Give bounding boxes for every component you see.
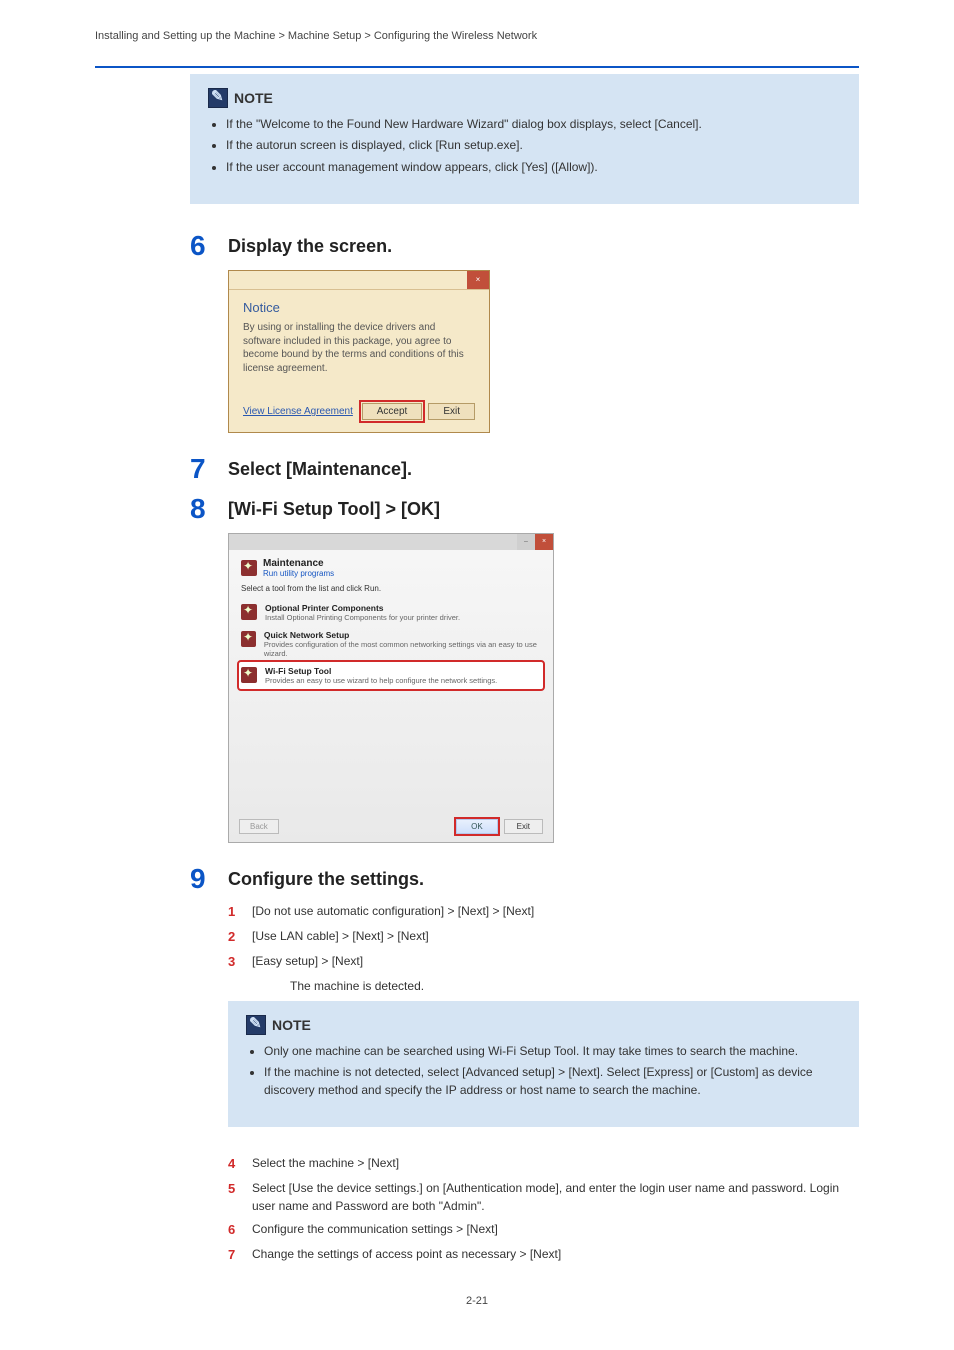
ok-button[interactable]: OK [456,819,498,834]
substep-text: [Do not use automatic configuration] > [… [252,903,534,920]
item-desc: Provides an easy to use wizard to help c… [265,676,497,685]
note-line: If the user account management window ap… [226,159,841,176]
step-title-6: Display the screen. [228,236,392,257]
step-number-9: 9 [190,865,214,893]
note-box: NOTE Only one machine can be searched us… [228,1001,859,1127]
item-desc: Provides configuration of the most commo… [264,640,537,658]
tool-icon [241,667,257,683]
substep-number: 1 [228,903,242,922]
exit-button[interactable]: Exit [504,819,543,834]
notice-text: By using or installing the device driver… [243,321,475,375]
substep-number: 4 [228,1155,242,1174]
tool-icon [241,631,256,647]
step-number-7: 7 [190,455,214,483]
exit-button[interactable]: Exit [428,403,475,420]
note-label: NOTE [272,1017,311,1033]
note-label: NOTE [234,90,273,106]
maintenance-dialog-screenshot: – × Maintenance Run utility programs Sel… [228,533,554,843]
note-box: NOTE If the "Welcome to the Found New Ha… [190,74,859,204]
substep-text: [Easy setup] > [Next] [252,953,363,970]
substep-number: 2 [228,928,242,947]
maint-item-quick-network[interactable]: Quick Network Setup Provides configurati… [239,626,543,662]
note-line: If the autorun screen is displayed, clic… [226,137,841,154]
step-title-9: Configure the settings. [228,869,424,890]
substep-number: 7 [228,1246,242,1265]
close-icon[interactable]: × [467,271,489,289]
item-desc: Install Optional Printing Components for… [265,613,460,622]
substep-number: 6 [228,1221,242,1240]
back-button[interactable]: Back [239,819,279,834]
maint-item-wifi-setup[interactable]: Wi-Fi Setup Tool Provides an easy to use… [239,662,543,689]
substep-number: 5 [228,1180,242,1199]
note-icon [246,1015,266,1035]
view-license-link[interactable]: View License Agreement [243,406,353,417]
maintenance-icon [241,560,257,576]
maintenance-heading: Maintenance [263,558,334,569]
step-number-6: 6 [190,232,214,260]
item-title: Wi-Fi Setup Tool [265,666,497,676]
note-line: If the "Welcome to the Found New Hardwar… [226,116,841,133]
substep-number: 3 [228,953,242,972]
substep-text: Select the machine > [Next] [252,1155,399,1172]
maint-item-optional-components[interactable]: Optional Printer Components Install Opti… [239,599,543,626]
notice-heading: Notice [243,300,475,315]
item-title: Quick Network Setup [264,630,541,640]
header-breadcrumb: Installing and Setting up the Machine > … [95,30,537,42]
maintenance-subheading: Run utility programs [263,569,334,578]
accept-button[interactable]: Accept [362,403,423,420]
substep-after-text: The machine is detected. [290,978,859,995]
note-line: Only one machine can be searched using W… [264,1043,841,1060]
substep-text: Configure the communication settings > [… [252,1221,498,1238]
step-title-7: Select [Maintenance]. [228,459,412,480]
close-icon[interactable]: × [535,534,553,550]
note-line: If the machine is not detected, select [… [264,1064,841,1099]
item-title: Optional Printer Components [265,603,460,613]
header-divider [95,66,859,68]
substep-text: Change the settings of access point as n… [252,1246,561,1263]
step-title-8: [Wi-Fi Setup Tool] > [OK] [228,499,440,520]
substep-text: [Use LAN cable] > [Next] > [Next] [252,928,429,945]
note-icon [208,88,228,108]
page-number: 2-21 [95,1295,859,1307]
maintenance-instruction: Select a tool from the list and click Ru… [229,580,553,597]
tool-icon [241,604,257,620]
step-number-8: 8 [190,495,214,523]
substep-text: Select [Use the device settings.] on [Au… [252,1180,859,1215]
minimize-icon[interactable]: – [517,534,535,550]
notice-dialog-screenshot: × Notice By using or installing the devi… [228,270,490,433]
